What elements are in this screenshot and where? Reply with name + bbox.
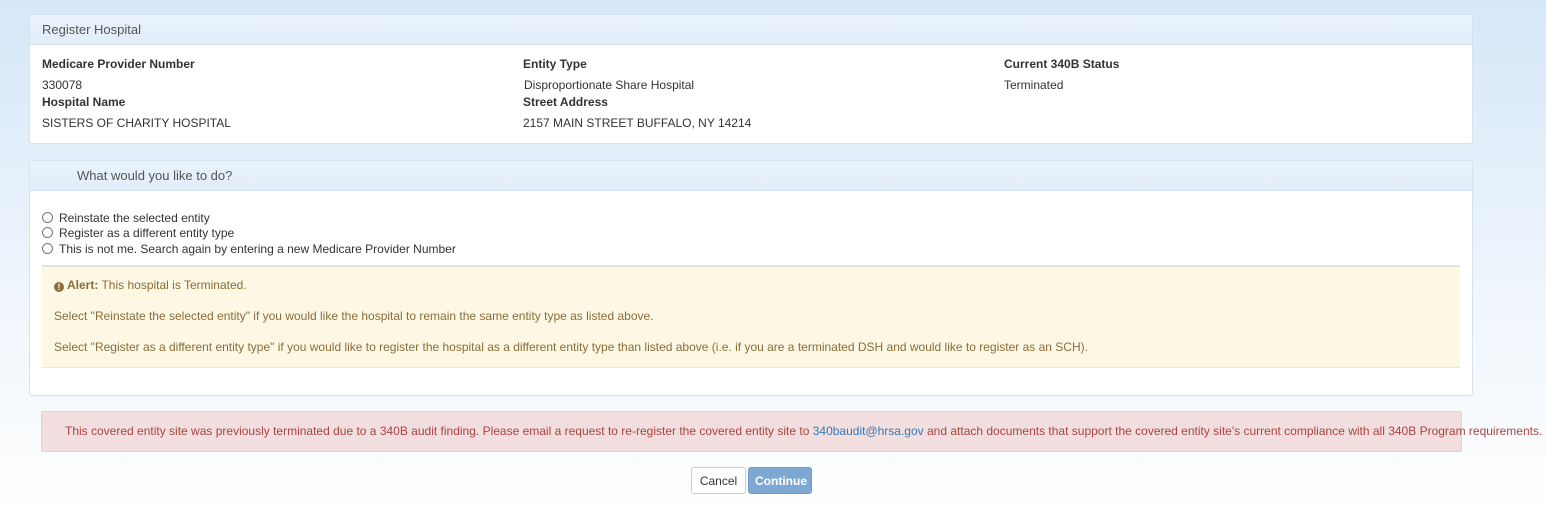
alert-different-type-instruction: Select "Register as a different entity t… — [54, 340, 1088, 354]
street-address-label: Street Address — [523, 95, 608, 109]
cancel-button[interactable]: Cancel — [691, 467, 746, 494]
register-hospital-title: Register Hospital — [30, 15, 1472, 45]
medicare-provider-number-label: Medicare Provider Number — [42, 57, 195, 71]
entity-type-label: Entity Type — [523, 57, 587, 71]
audit-notice: This covered entity site was previously … — [41, 411, 1542, 452]
alert-reinstate-instruction: Select "Reinstate the selected entity" i… — [54, 309, 654, 323]
continue-button[interactable]: Continue — [748, 467, 812, 494]
current-340b-status-value: Terminated — [1004, 78, 1064, 92]
action-panel: What would you like to do? Reinstate the… — [29, 160, 1473, 396]
alert-heading: ! Alert: This hospital is Terminated. — [54, 278, 247, 292]
different-entity-type-radio[interactable] — [42, 227, 53, 238]
exclamation-circle-icon: ! — [54, 282, 64, 292]
hospital-name-value: SISTERS OF CHARITY HOSPITAL — [42, 116, 231, 130]
search-again-radio[interactable] — [42, 243, 53, 254]
alert-text: This hospital is Terminated. — [101, 278, 247, 292]
audit-email-link[interactable]: 340baudit@hrsa.gov — [813, 424, 924, 438]
current-340b-status-label: Current 340B Status — [1004, 57, 1120, 71]
audit-notice-text-before: This covered entity site was previously … — [65, 424, 813, 438]
option-search-again[interactable]: This is not me. Search again by entering… — [42, 241, 456, 256]
alert-label: Alert: — [67, 278, 99, 292]
register-hospital-panel: Register Hospital Medicare Provider Numb… — [29, 14, 1473, 144]
terminated-alert: ! Alert: This hospital is Terminated. Sel… — [42, 265, 1460, 368]
medicare-provider-number-value: 330078 — [42, 78, 83, 92]
search-again-label[interactable]: This is not me. Search again by entering… — [59, 242, 456, 256]
audit-notice-text-after: and attach documents that support the co… — [923, 424, 1543, 438]
reinstate-label[interactable]: Reinstate the selected entity — [59, 211, 210, 225]
entity-type-value: Disproportionate Share Hospital — [524, 78, 695, 92]
option-different-entity-type[interactable]: Register as a different entity type — [42, 225, 234, 240]
option-reinstate[interactable]: Reinstate the selected entity — [42, 210, 210, 225]
action-panel-title: What would you like to do? — [30, 161, 1472, 191]
different-entity-type-label[interactable]: Register as a different entity type — [59, 226, 234, 240]
reinstate-radio[interactable] — [42, 212, 53, 223]
street-address-value: 2157 MAIN STREET BUFFALO, NY 14214 — [523, 116, 752, 130]
hospital-name-label: Hospital Name — [42, 95, 126, 109]
